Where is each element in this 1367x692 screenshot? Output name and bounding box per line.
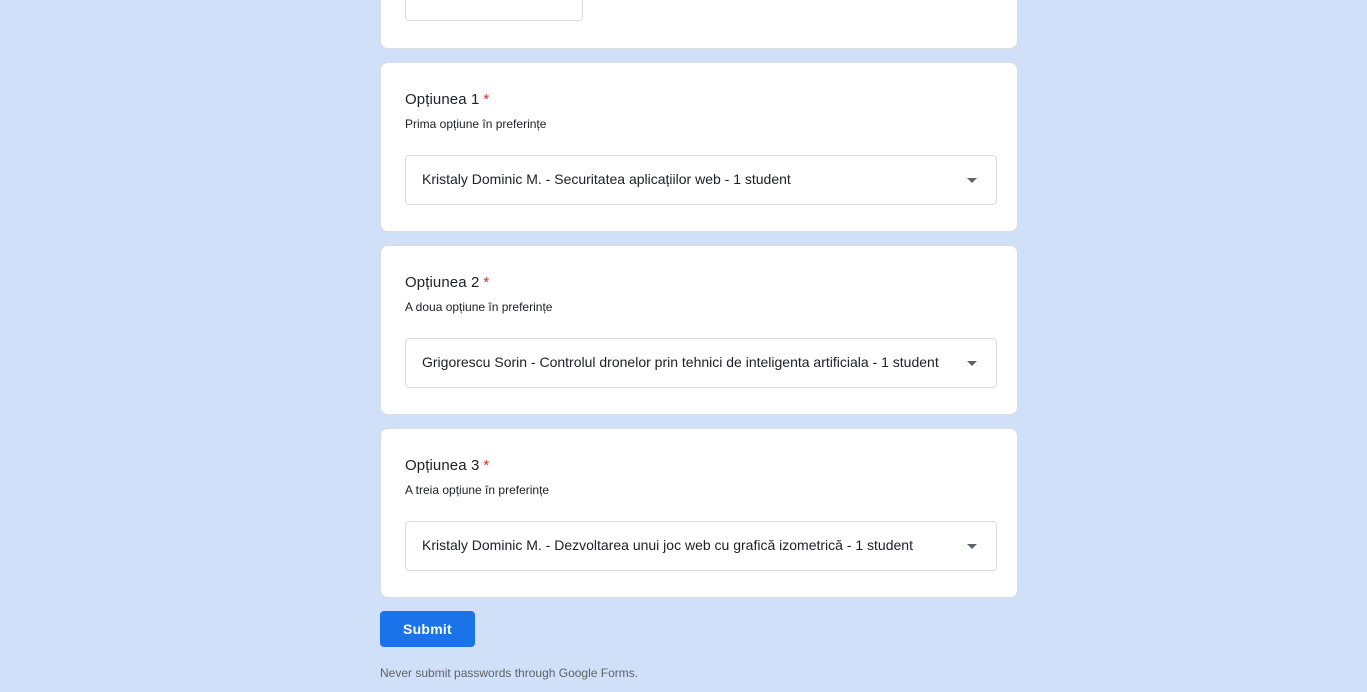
chevron-down-icon [967, 361, 977, 366]
required-asterisk: * [483, 457, 490, 474]
required-asterisk: * [483, 91, 490, 108]
previous-question-card [380, 0, 1018, 49]
question-description: A treia opțiune în preferințe [405, 483, 550, 497]
password-warning: Never submit passwords through Google Fo… [380, 666, 639, 680]
question-card-2: Opțiunea 2 * A doua opțiune în preferințe… [380, 245, 1018, 415]
question-card-3: Opțiunea 3 * A treia opțiune în preferinț… [380, 428, 1018, 598]
selected-value: Kristaly Dominic M. - Securitatea aplica… [422, 171, 791, 187]
question-card-1: Opțiunea 1 * Prima opțiune în preferințe … [380, 62, 1018, 232]
question-title: Opțiunea 1 * [405, 91, 490, 108]
question-description: Prima opțiune în preferințe [405, 117, 547, 131]
submit-button[interactable]: Submit [380, 611, 475, 647]
option-1-dropdown[interactable]: Kristaly Dominic M. - Securitatea aplica… [405, 155, 997, 205]
required-asterisk: * [483, 274, 490, 291]
previous-answer-field[interactable] [405, 0, 583, 21]
question-title: Opțiunea 3 * [405, 457, 490, 474]
question-title: Opțiunea 2 * [405, 274, 490, 291]
chevron-down-icon [967, 544, 977, 549]
question-description: A doua opțiune în preferințe [405, 300, 553, 314]
chevron-down-icon [967, 178, 977, 183]
option-3-dropdown[interactable]: Kristaly Dominic M. - Dezvoltarea unui j… [405, 521, 997, 571]
selected-value: Kristaly Dominic M. - Dezvoltarea unui j… [422, 537, 913, 553]
selected-value: Grigorescu Sorin - Controlul dronelor pr… [422, 354, 939, 370]
form-page: Opțiunea 1 * Prima opțiune în preferințe … [0, 0, 1367, 692]
option-2-dropdown[interactable]: Grigorescu Sorin - Controlul dronelor pr… [405, 338, 997, 388]
